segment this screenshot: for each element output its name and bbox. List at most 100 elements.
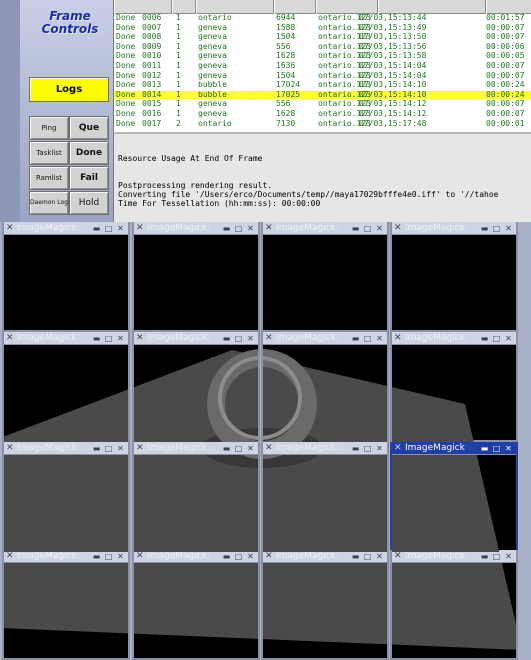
maximize-icon[interactable]: □	[234, 552, 243, 561]
maximize-icon[interactable]: □	[363, 552, 372, 561]
window-titlebar[interactable]: ✕ ImageMagick: ▬ □ ✕	[134, 222, 258, 235]
x-menu-icon[interactable]: ✕	[136, 442, 144, 455]
close-icon[interactable]: ✕	[246, 552, 255, 561]
maximize-icon[interactable]: □	[492, 334, 501, 343]
imagemagick-window[interactable]: ✕ ImageMagick: ▬ □ ✕	[261, 332, 389, 442]
window-titlebar[interactable]: ✕ ImageMagick: ▬ □ ✕	[134, 442, 258, 455]
imagemagick-window[interactable]: ✕ ImageMagick: ▬ □ ✕	[2, 222, 130, 332]
window-titlebar[interactable]: ✕ ImageMagick: ▬ □ ✕	[4, 550, 128, 563]
header-cell[interactable]	[172, 0, 196, 14]
close-icon[interactable]: ✕	[504, 444, 513, 453]
minimize-icon[interactable]: ▬	[92, 444, 101, 453]
minimize-icon[interactable]: ▬	[222, 334, 231, 343]
close-icon[interactable]: ✕	[116, 334, 125, 343]
table-row[interactable]: Done 0011 1 geneva 1636 ontario.123 07/03,15:1…	[114, 62, 531, 70]
job-log-table[interactable]: Done 0006 1 ontario 6944 ontario.123 07/03,15:…	[113, 0, 531, 132]
close-icon[interactable]: ✕	[116, 552, 125, 561]
hold-button[interactable]: Hold	[69, 191, 109, 215]
header-cell[interactable]	[486, 0, 531, 14]
maximize-icon[interactable]: □	[234, 444, 243, 453]
imagemagick-window[interactable]: ✕ ImageMagick: ▬ □ ✕	[132, 332, 260, 442]
maximize-icon[interactable]: □	[104, 444, 113, 453]
minimize-icon[interactable]: ▬	[351, 444, 360, 453]
close-icon[interactable]: ✕	[116, 224, 125, 233]
table-row[interactable]: Done 0015 1 geneva 556 ontario.123 07/03,15:14…	[114, 100, 531, 108]
window-titlebar[interactable]: ✕ ImageMagick: ▬ □ ✕	[263, 442, 387, 455]
header-cell[interactable]	[196, 0, 274, 14]
imagemagick-window[interactable]: ✕ ImageMagick: ▬ □ ✕	[261, 442, 389, 552]
maximize-icon[interactable]: □	[492, 552, 501, 561]
close-icon[interactable]: ✕	[504, 334, 513, 343]
window-titlebar[interactable]: ✕ ImageMagick: ▬ □ ✕	[392, 550, 516, 563]
x-menu-icon[interactable]: ✕	[136, 222, 144, 235]
x-menu-icon[interactable]: ✕	[394, 550, 402, 563]
table-row[interactable]: Done 0010 1 geneva 1628 ontario.123 07/03,15:1…	[114, 52, 531, 60]
close-icon[interactable]: ✕	[375, 334, 384, 343]
x-menu-icon[interactable]: ✕	[265, 550, 273, 563]
minimize-icon[interactable]: ▬	[222, 444, 231, 453]
imagemagick-window[interactable]: ✕ ImageMagick: ▬ □ ✕	[390, 332, 518, 442]
window-titlebar[interactable]: ✕ ImageMagick ▬ □ ✕	[392, 442, 516, 455]
close-icon[interactable]: ✕	[246, 334, 255, 343]
maximize-icon[interactable]: □	[234, 334, 243, 343]
imagemagick-window[interactable]: ✕ ImageMagick: ▬ □ ✕	[2, 332, 130, 442]
table-row[interactable]: Done 0006 1 ontario 6944 ontario.123 07/03,15:…	[114, 14, 531, 22]
maximize-icon[interactable]: □	[104, 552, 113, 561]
minimize-icon[interactable]: ▬	[92, 552, 101, 561]
x-menu-icon[interactable]: ✕	[6, 550, 14, 563]
minimize-icon[interactable]: ▬	[480, 334, 489, 343]
close-icon[interactable]: ✕	[375, 552, 384, 561]
minimize-icon[interactable]: ▬	[480, 224, 489, 233]
tasklist-button[interactable]: Tasklist	[29, 141, 69, 165]
maximize-icon[interactable]: □	[104, 224, 113, 233]
imagemagick-window[interactable]: ✕ ImageMagick: ▬ □ ✕	[390, 222, 518, 332]
que-button[interactable]: Que	[69, 116, 109, 140]
maximize-icon[interactable]: □	[363, 334, 372, 343]
window-titlebar[interactable]: ✕ ImageMagick: ▬ □ ✕	[4, 332, 128, 345]
table-row[interactable]: Done 0009 1 geneva 556 ontario.123 07/03,15:13…	[114, 42, 531, 51]
x-menu-icon[interactable]: ✕	[136, 332, 144, 345]
window-titlebar[interactable]: ✕ ImageMagick: ▬ □ ✕	[134, 332, 258, 345]
minimize-icon[interactable]: ▬	[351, 224, 360, 233]
maximize-icon[interactable]: □	[363, 444, 372, 453]
imagemagick-window[interactable]: ✕ ImageMagick: ▬ □ ✕	[261, 550, 389, 660]
imagemagick-window[interactable]: ✕ ImageMagick ▬ □ ✕	[390, 442, 518, 552]
minimize-icon[interactable]: ▬	[480, 444, 489, 453]
close-icon[interactable]: ✕	[375, 444, 384, 453]
x-menu-icon[interactable]: ✕	[136, 550, 144, 563]
maximize-icon[interactable]: □	[104, 334, 113, 343]
table-row-selected[interactable]: Done 0014 1 bubble 17025 ontario.123 07/03,15:…	[114, 90, 531, 99]
window-titlebar[interactable]: ✕ ImageMagick: ▬ □ ✕	[134, 550, 258, 563]
ping-button[interactable]: Ping	[29, 116, 69, 140]
imagemagick-window[interactable]: ✕ ImageMagick: ▬ □ ✕	[132, 550, 260, 660]
table-row[interactable]: Done 0012 1 geneva 1504 ontario.123 07/03,15:1…	[114, 71, 531, 80]
logs-button[interactable]: Logs	[29, 77, 109, 102]
close-icon[interactable]: ✕	[375, 224, 384, 233]
window-titlebar[interactable]: ✕ ImageMagick: ▬ □ ✕	[263, 550, 387, 563]
header-cell[interactable]	[274, 0, 316, 14]
header-cell[interactable]	[114, 0, 172, 14]
minimize-icon[interactable]: ▬	[222, 552, 231, 561]
x-menu-icon[interactable]: ✕	[394, 332, 402, 345]
maximize-icon[interactable]: □	[492, 444, 501, 453]
close-icon[interactable]: ✕	[246, 444, 255, 453]
window-titlebar[interactable]: ✕ ImageMagick: ▬ □ ✕	[4, 442, 128, 455]
close-icon[interactable]: ✕	[504, 224, 513, 233]
table-row[interactable]: Done 0017 2 ontario 7130 ontario.123 07/03,15:…	[114, 119, 531, 128]
x-menu-icon[interactable]: ✕	[265, 222, 273, 235]
minimize-icon[interactable]: ▬	[222, 224, 231, 233]
minimize-icon[interactable]: ▬	[92, 224, 101, 233]
imagemagick-window[interactable]: ✕ ImageMagick: ▬ □ ✕	[2, 442, 130, 552]
x-menu-icon[interactable]: ✕	[6, 442, 14, 455]
imagemagick-window[interactable]: ✕ ImageMagick: ▬ □ ✕	[2, 550, 130, 660]
window-titlebar[interactable]: ✕ ImageMagick: ▬ □ ✕	[4, 222, 128, 235]
minimize-icon[interactable]: ▬	[351, 334, 360, 343]
done-button[interactable]: Done	[69, 141, 109, 165]
render-output-pane[interactable]: Resource Usage At End Of Frame Postproce…	[113, 132, 531, 222]
table-row[interactable]: Done 0008 1 geneva 1504 ontario.123 07/03,15:1…	[114, 33, 531, 41]
x-menu-icon[interactable]: ✕	[394, 442, 402, 455]
minimize-icon[interactable]: ▬	[351, 552, 360, 561]
window-titlebar[interactable]: ✕ ImageMagick: ▬ □ ✕	[263, 332, 387, 345]
x-menu-icon[interactable]: ✕	[6, 222, 14, 235]
close-icon[interactable]: ✕	[246, 224, 255, 233]
